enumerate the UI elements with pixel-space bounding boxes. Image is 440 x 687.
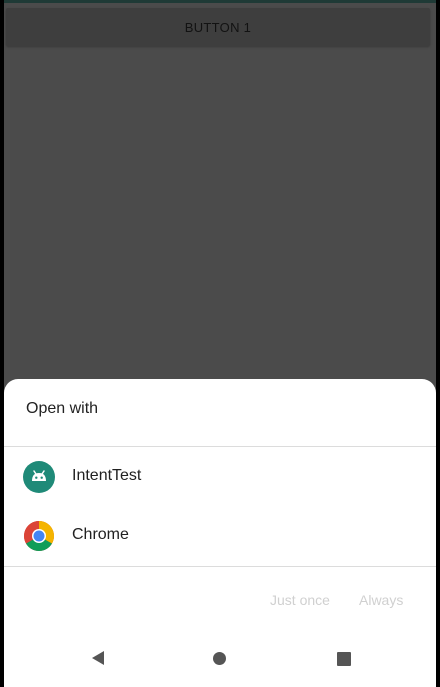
device-screen: BUTTON 1 Open with IntentTest Chrome Jus… [0, 0, 440, 687]
home-icon[interactable] [213, 652, 226, 665]
navigation-bar [4, 636, 436, 687]
button-1[interactable]: BUTTON 1 [6, 8, 430, 46]
back-icon[interactable] [92, 651, 104, 665]
always-button[interactable]: Always [359, 592, 403, 608]
actions-divider [4, 566, 436, 567]
chooser-item-label: IntentTest [72, 467, 142, 484]
chooser-item-intenttest[interactable]: IntentTest [4, 448, 436, 506]
sheet-title: Open with [26, 400, 99, 417]
just-once-button[interactable]: Just once [270, 592, 330, 608]
android-app-icon [23, 461, 55, 493]
chrome-icon [23, 520, 55, 552]
chooser-item-chrome[interactable]: Chrome [4, 507, 436, 565]
chooser-item-label: Chrome [72, 526, 129, 543]
title-divider [4, 446, 436, 447]
recents-icon[interactable] [337, 652, 351, 666]
